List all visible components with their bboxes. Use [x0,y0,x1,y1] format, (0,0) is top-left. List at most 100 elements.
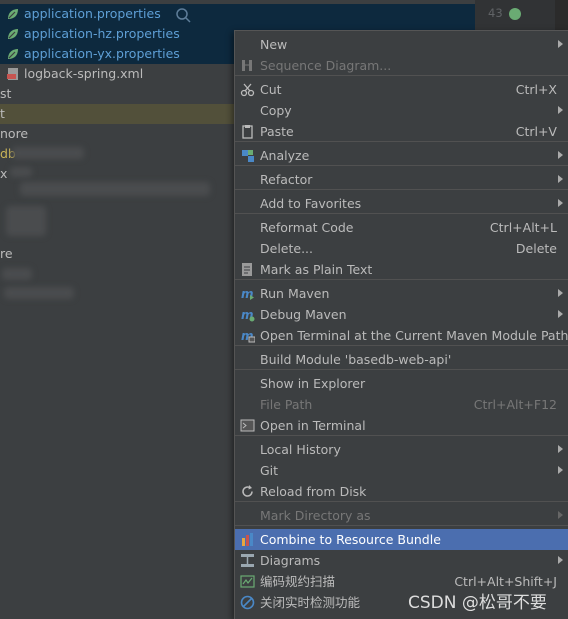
menu-item-label: Show in Explorer [260,376,366,391]
menu-item-label: Open in Terminal [260,418,366,433]
menu-item-label: Run Maven [260,286,330,301]
menu-item-add-to-favorites[interactable]: Add to Favorites [235,193,568,214]
menu-item-delete[interactable]: Delete... Delete [235,238,568,259]
file-name: application-yx.properties [24,46,180,61]
spring-properties-icon [8,29,18,39]
tree-item-partial[interactable]: st [0,84,11,104]
menu-item-local-history[interactable]: Local History [235,439,568,460]
menu-item-label: Mark Directory as [260,508,371,523]
menu-item-open-terminal-at-the-current-maven-module-path[interactable]: m Open Terminal at the Current Maven Modu… [235,325,568,346]
menu-item-label: Build Module 'basedb-web-api' [260,352,452,367]
menu-item-shortcut: Delete [515,241,557,256]
tree-item-label: t [0,106,5,121]
xml-file-icon [7,68,18,80]
search-icon[interactable] [174,6,192,24]
menu-item-mark-directory-as[interactable]: Mark Directory as [235,505,568,526]
submenu-arrow-icon [558,151,563,159]
terminal-icon [240,419,255,432]
scissors-icon [240,83,255,97]
disable-detect-icon [240,595,255,610]
menu-item-shortcut: Ctrl+Alt+L [489,220,557,235]
submenu-arrow-icon [558,466,563,474]
menu-item-label: 编码规约扫描 [260,574,336,589]
menu-item-shortcut: Ctrl+X [515,82,557,97]
tree-file-application-properties[interactable]: application.properties [0,4,475,24]
menu-item-label: Copy [260,103,292,118]
redacted-area [20,182,210,196]
resource-bundle-icon [242,533,253,546]
redacted-area [10,167,32,177]
tree-file-logback-spring-xml[interactable]: logback-spring.xml [0,64,234,84]
menu-item-show-in-explorer[interactable]: Show in Explorer [235,373,568,394]
maven-debug-icon: m [241,308,255,322]
project-tree: application.properties application-hz.pr… [0,0,475,618]
menu-item-paste[interactable]: Paste Ctrl+V [235,121,568,142]
menu-item-label: Add to Favorites [260,196,362,211]
menu-item-label: Cut [260,82,282,97]
menu-item-open-in-terminal[interactable]: Open in Terminal [235,415,568,436]
maven-run-icon: m [241,287,254,301]
redacted-area [12,147,84,159]
tree-item-partial[interactable]: x [0,164,7,184]
menu-item-reformat-code[interactable]: Reformat Code Ctrl+Alt+L [235,217,568,238]
submenu-arrow-icon [558,40,563,48]
submenu-arrow-icon [558,175,563,183]
line-number: 43 [488,6,503,20]
sequence-diagram-icon [242,60,252,71]
menu-item-label: Combine to Resource Bundle [260,532,441,547]
tree-item-highlighted[interactable]: t [0,104,234,124]
menu-item-diagrams[interactable]: Diagrams [235,550,568,571]
menu-item-analyze[interactable]: Analyze [235,145,568,166]
menu-item-label: Refactor [260,172,313,187]
submenu-arrow-icon [558,199,563,207]
menu-item-copy[interactable]: Copy [235,100,568,121]
menu-item-label: New [260,37,288,52]
submenu-arrow-icon [558,511,563,519]
redacted-area [2,268,32,280]
menu-item-label: File Path [260,397,313,412]
menu-item-label: Paste [260,124,294,139]
menu-item-label: Reload from Disk [260,484,367,499]
menu-item-git[interactable]: Git [235,460,568,481]
submenu-arrow-icon [558,445,563,453]
menu-item-run-maven[interactable]: m Run Maven [235,283,568,304]
file-name: application.properties [24,6,161,21]
redacted-area [6,206,46,236]
submenu-arrow-icon [558,106,563,114]
menu-item-file-path[interactable]: File Path Ctrl+Alt+F12 [235,394,568,415]
menu-item-new[interactable]: New [235,34,568,55]
file-name: logback-spring.xml [24,66,144,81]
menu-item-label: Analyze [260,148,310,163]
file-name: application-hz.properties [24,26,180,41]
tree-item-partial[interactable]: re [0,244,13,264]
plain-text-icon [242,263,252,276]
menu-item-debug-maven[interactable]: m Debug Maven [235,304,568,325]
menu-item-build-module-basedb-web-api[interactable]: Build Module 'basedb-web-api' [235,349,568,370]
menu-item-sequence-diagram[interactable]: Sequence Diagram... [235,55,568,76]
reload-icon [242,485,253,497]
menu-item-reload-from-disk[interactable]: Reload from Disk [235,481,568,502]
watermark: CSDN @松哥不要 [408,593,547,613]
menu-item-label: Sequence Diagram... [260,58,392,73]
menu-item-shortcut: Ctrl+V [515,124,557,139]
spring-properties-icon [8,49,18,59]
menu-item-label: Reformat Code [260,220,354,235]
tree-item-partial[interactable]: nore [0,124,28,144]
menu-item-cut[interactable]: Cut Ctrl+X [235,79,568,100]
submenu-arrow-icon [558,556,563,564]
menu-item-label: Git [260,463,279,478]
spring-gutter-icon [509,8,521,20]
submenu-arrow-icon [558,310,563,318]
menu-item-mark-as-plain-text[interactable]: Mark as Plain Text [235,259,568,280]
context-menu: New Sequence Diagram... Cut Ctrl+X Copy Paste… [234,30,568,619]
menu-item-label: Delete... [260,241,313,256]
analyze-icon [242,150,254,162]
menu-item-shortcut: Ctrl+Alt+F12 [473,397,557,412]
menu-item-label: 关闭实时检测功能 [260,595,361,610]
menu-item-label: Open Terminal at the Current Maven Modul… [260,328,568,343]
menu-item-label: Diagrams [260,553,321,568]
spring-properties-icon [8,9,18,19]
maven-terminal-icon: m [241,329,255,343]
menu-item-refactor[interactable]: Refactor [235,169,568,190]
menu-item-combine-to-resource-bundle[interactable]: Combine to Resource Bundle [235,529,568,550]
